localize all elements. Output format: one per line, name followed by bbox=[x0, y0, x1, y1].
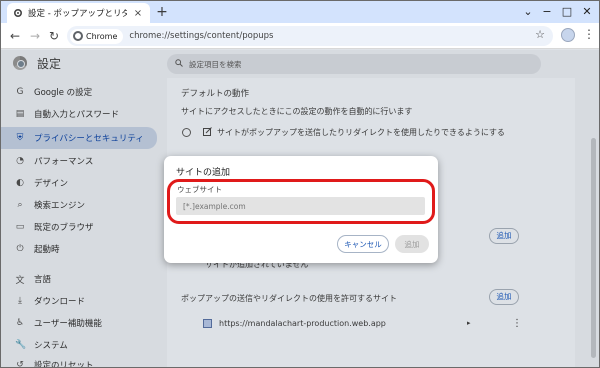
google-icon: G bbox=[16, 87, 24, 97]
website-input[interactable] bbox=[176, 197, 425, 215]
palette-icon: ◐ bbox=[16, 178, 24, 188]
sidebar-item-label: 検索エンジン bbox=[34, 201, 86, 211]
tab-strip: 設定 - ポップアップとリダイレクト × + ⌄ − □ ✕ bbox=[1, 1, 599, 23]
back-button[interactable]: ← bbox=[7, 28, 23, 44]
page-title: 設定 bbox=[37, 57, 62, 71]
allow-popups-radio[interactable] bbox=[182, 128, 191, 137]
sidebar-item-autofill[interactable]: ▤ 自動入力とパスワード bbox=[1, 105, 157, 123]
minimize-button[interactable]: − bbox=[539, 4, 555, 20]
allow-popups-label: サイトがポップアップを送信したりリダイレクトを使用したりできるようにする bbox=[217, 128, 505, 137]
sidebar-item-reset[interactable]: ↺ 設定のリセット bbox=[1, 356, 157, 368]
add-site-dialog: サイトの追加 ウェブサイト キャンセル 追加 bbox=[164, 156, 438, 263]
settings-search-input[interactable]: 設定項目を検索 bbox=[167, 54, 541, 74]
default-behavior-heading: デフォルトの動作 bbox=[181, 89, 250, 99]
browser-icon: ▭ bbox=[15, 222, 25, 232]
maximize-button[interactable]: □ bbox=[559, 4, 575, 20]
sidebar-item-on-startup[interactable]: ⏻ 起動時 bbox=[1, 240, 157, 258]
website-field-label: ウェブサイト bbox=[177, 185, 222, 194]
search-icon: ⌕ bbox=[17, 200, 23, 210]
translate-icon: 文 bbox=[15, 275, 25, 286]
url-text[interactable]: chrome://settings/content/popups bbox=[129, 31, 273, 41]
expand-arrow-icon[interactable]: ▸ bbox=[467, 319, 471, 327]
search-icon bbox=[175, 58, 183, 70]
shield-icon: ⛨ bbox=[16, 133, 24, 143]
browser-window: 設定 - ポップアップとリダイレクト × + ⌄ − □ ✕ ← → ↻ Chr… bbox=[0, 0, 600, 368]
sidebar-item-label: 起動時 bbox=[34, 245, 60, 255]
sidebar-item-label: ダウンロード bbox=[34, 297, 86, 307]
tab-title: 設定 - ポップアップとリダイレクト bbox=[28, 9, 127, 19]
allowed-sites-heading: ポップアップの送信やリダイレクトの使用を許可するサイト bbox=[181, 294, 397, 303]
browser-menu-icon[interactable]: ⋮ bbox=[583, 27, 595, 41]
sidebar-item-privacy[interactable]: ⛨ プライバシーとセキュリティ bbox=[1, 127, 157, 149]
site-favicon-icon bbox=[203, 319, 212, 328]
close-window-button[interactable]: ✕ bbox=[579, 4, 595, 20]
allowed-site-url[interactable]: https://mandalachart-production.web.app bbox=[219, 319, 386, 328]
sidebar-item-system[interactable]: 🔧 システム bbox=[1, 336, 157, 354]
sidebar-item-default-browser[interactable]: ▭ 既定のブラウザ bbox=[1, 218, 157, 236]
sidebar-item-accessibility[interactable]: ♿ ユーザー補助機能 bbox=[1, 314, 157, 332]
scrollbar[interactable] bbox=[589, 78, 597, 367]
reload-button[interactable]: ↻ bbox=[46, 28, 62, 44]
close-tab-icon[interactable]: × bbox=[132, 8, 144, 19]
toolbar: ← → ↻ Chrome chrome://settings/content/p… bbox=[1, 23, 599, 49]
sidebar-item-search-engine[interactable]: ⌕ 検索エンジン bbox=[1, 196, 157, 214]
sidebar-item-label: 言語 bbox=[34, 275, 52, 285]
sidebar: G Google の設定 ▤ 自動入力とパスワード ⛨ プライバシーとセキュリテ… bbox=[1, 78, 163, 368]
gear-icon bbox=[13, 8, 23, 18]
add-button[interactable]: 追加 bbox=[395, 235, 429, 253]
cancel-button[interactable]: キャンセル bbox=[337, 235, 389, 253]
tab-search-icon[interactable]: ⌄ bbox=[520, 4, 536, 20]
search-placeholder: 設定項目を検索 bbox=[189, 59, 242, 69]
tab-settings[interactable]: 設定 - ポップアップとリダイレクト × bbox=[7, 3, 150, 23]
new-tab-button[interactable]: + bbox=[154, 4, 170, 20]
more-actions-icon[interactable]: ⋮ bbox=[512, 318, 522, 329]
chrome-icon bbox=[73, 31, 83, 41]
sidebar-item-languages[interactable]: 文 言語 bbox=[1, 270, 157, 288]
speedometer-icon: ◔ bbox=[16, 156, 24, 166]
reset-icon: ↺ bbox=[16, 360, 24, 368]
site-info-chip[interactable]: Chrome bbox=[70, 28, 124, 44]
sidebar-item-label: 既定のブラウザ bbox=[34, 223, 94, 233]
sidebar-item-label: パフォーマンス bbox=[34, 157, 94, 167]
sidebar-item-google[interactable]: G Google の設定 bbox=[1, 83, 157, 101]
sidebar-item-label: システム bbox=[34, 341, 68, 351]
accessibility-icon: ♿ bbox=[15, 318, 25, 328]
wrench-icon: 🔧 bbox=[15, 340, 27, 350]
chrome-logo-icon bbox=[13, 56, 27, 70]
bookmark-star-icon[interactable]: ☆ bbox=[535, 28, 545, 41]
sidebar-item-downloads[interactable]: ⤓ ダウンロード bbox=[1, 292, 157, 310]
sidebar-item-label: デザイン bbox=[34, 179, 69, 189]
sidebar-item-performance[interactable]: ◔ パフォーマンス bbox=[1, 152, 157, 170]
sidebar-item-label: 自動入力とパスワード bbox=[34, 110, 120, 120]
add-blocked-site-button[interactable]: 追加 bbox=[489, 228, 519, 244]
download-icon: ⤓ bbox=[18, 296, 22, 306]
chip-label: Chrome bbox=[86, 31, 118, 41]
power-icon: ⏻ bbox=[16, 244, 24, 254]
profile-avatar[interactable] bbox=[561, 28, 575, 42]
external-link-icon bbox=[203, 127, 212, 138]
sidebar-item-label: Google の設定 bbox=[34, 88, 93, 98]
sidebar-item-label: プライバシーとセキュリティ bbox=[34, 134, 144, 144]
default-behavior-description: サイトにアクセスしたときにこの設定の動作を自動的に行います bbox=[181, 107, 413, 116]
settings-header: 設定 設定項目を検索 bbox=[1, 50, 599, 78]
address-bar[interactable]: Chrome chrome://settings/content/popups … bbox=[67, 26, 553, 46]
sidebar-item-label: 設定のリセット bbox=[34, 361, 94, 368]
sidebar-item-label: ユーザー補助機能 bbox=[34, 319, 102, 329]
sidebar-item-appearance[interactable]: ◐ デザイン bbox=[1, 174, 157, 192]
add-allowed-site-button[interactable]: 追加 bbox=[489, 289, 519, 305]
scrollbar-thumb[interactable] bbox=[591, 138, 596, 358]
autofill-icon: ▤ bbox=[15, 109, 25, 119]
dialog-title: サイトの追加 bbox=[176, 168, 231, 178]
forward-button[interactable]: → bbox=[27, 28, 43, 44]
